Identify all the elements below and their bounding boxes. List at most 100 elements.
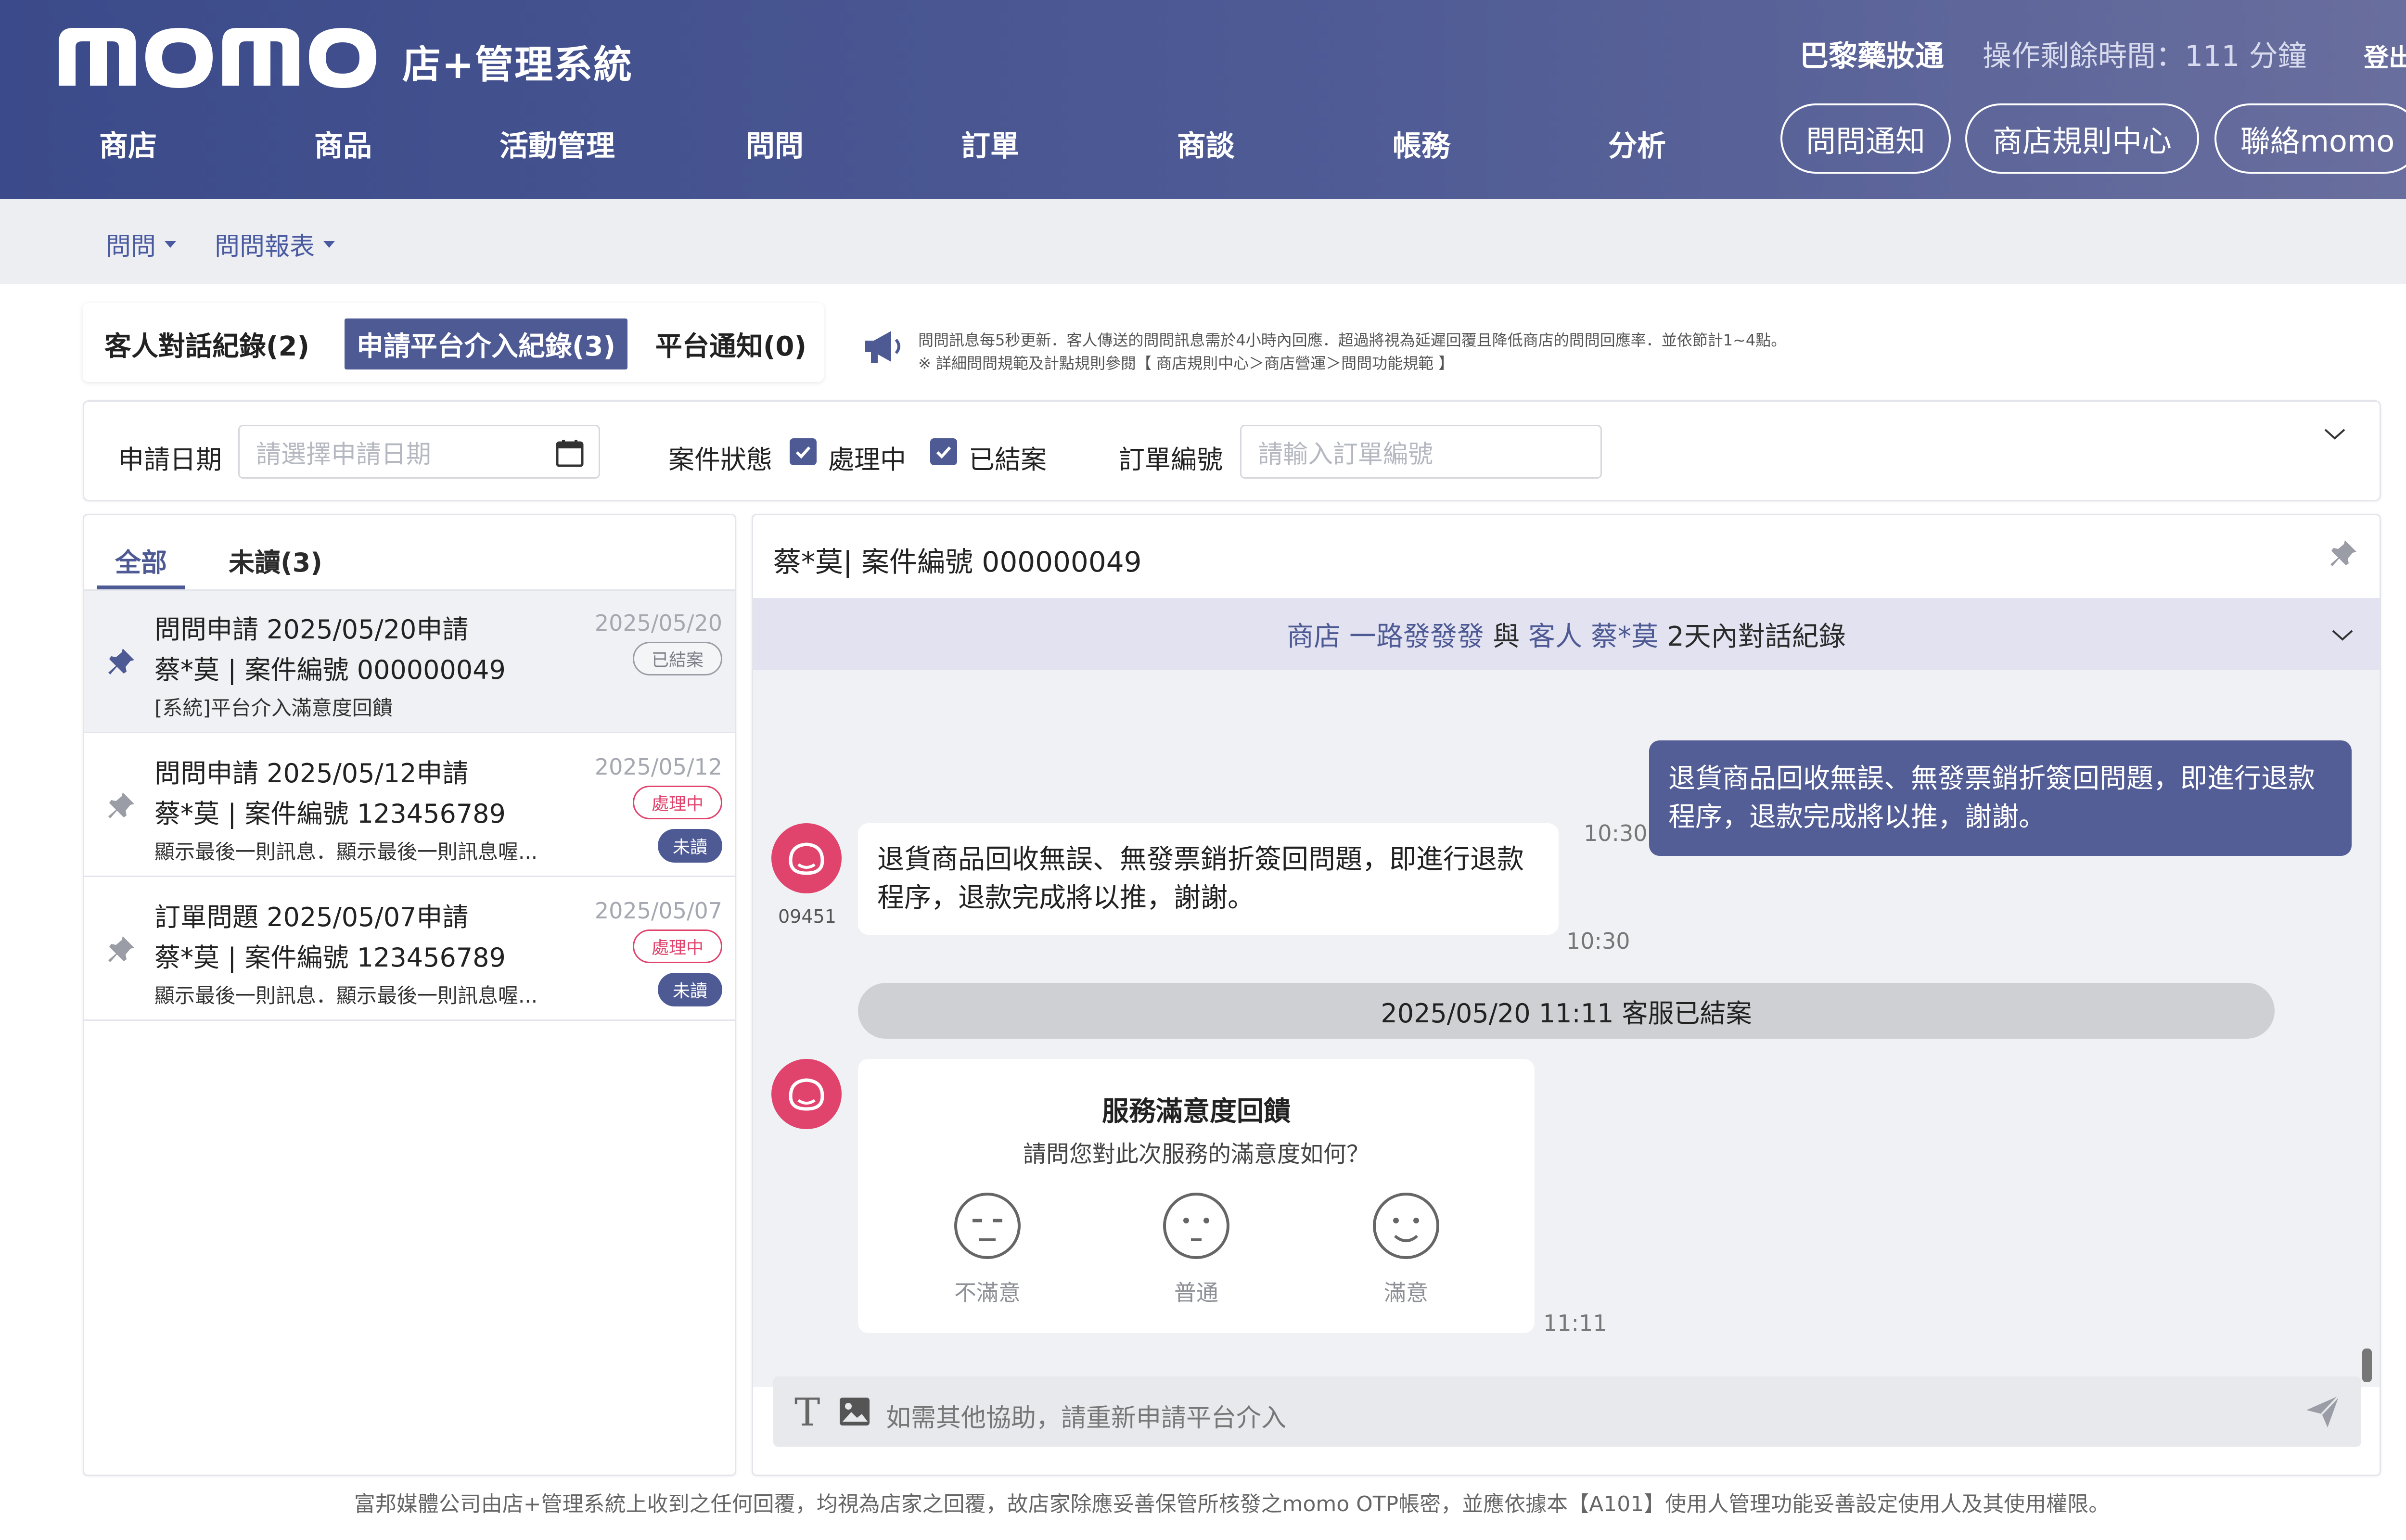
case-date: 2025/05/12	[594, 754, 722, 780]
nav-products[interactable]: 商品	[314, 123, 372, 165]
banner-store-prefix: 商店	[1287, 621, 1341, 652]
case-date: 2025/05/07	[594, 898, 722, 924]
conversation-title: 蔡*莫| 案件編號 000000049	[773, 546, 1142, 578]
chevron-down-icon[interactable]	[2323, 427, 2347, 441]
qa-notification-button[interactable]: 問問通知	[1780, 103, 1951, 174]
pin-icon[interactable]	[104, 645, 138, 678]
incoming-message: 退貨商品回收無誤、無發票銷折簽回問題，即進行退款程序，退款完成將以推，謝謝。	[858, 823, 1559, 935]
case-item[interactable]: 訂單問題 2025/05/07申請 蔡*莫 | 案件編號 123456789 顯…	[84, 878, 735, 1021]
conversation-history-banner[interactable]: 商店 一路發發發 與 客人 蔡*莫 2天內對話紀錄	[753, 598, 2380, 670]
tab-unread[interactable]: 未讀(3)	[229, 541, 322, 579]
tab-customer-conversations[interactable]: 客人對話紀錄(2)	[104, 318, 310, 369]
system-name: 店+管理系統	[402, 42, 633, 87]
pin-icon[interactable]	[104, 932, 138, 966]
message-time: 10:30	[1584, 820, 1648, 846]
tab-all[interactable]: 全部	[115, 541, 167, 579]
dissatisfied-face-icon[interactable]	[951, 1190, 1024, 1262]
banner-customer-prefix: 客人	[1528, 621, 1583, 652]
sub-nav: 問問 問問報表	[0, 199, 2406, 284]
filter-bar: 申請日期 請選擇申請日期 案件狀態 處理中 已結案 訂單編號 請輸入訂單編號	[83, 400, 2381, 501]
nav-campaigns[interactable]: 活動管理	[499, 123, 615, 165]
nav-qa[interactable]: 問問	[746, 123, 804, 165]
nav-orders[interactable]: 訂單	[961, 123, 1019, 165]
survey-title: 服務滿意度回饋	[1102, 1096, 1291, 1127]
neutral-face-icon[interactable]	[1160, 1190, 1232, 1262]
send-icon[interactable]	[2304, 1392, 2342, 1430]
subnav-qa-label: 問問	[106, 232, 156, 261]
check-icon	[936, 446, 951, 459]
banner-with: 與	[1493, 621, 1520, 652]
text-format-icon[interactable]: T	[794, 1390, 820, 1435]
case-customer: 蔡*莫 | 案件編號 123456789	[154, 942, 506, 973]
footer-disclaimer: 富邦媒體公司由店+管理系統上收到之任何回覆，均視為店家之回覆，故店家除應妥善保管…	[354, 1492, 2110, 1516]
order-number-label: 訂單編號	[1119, 445, 1223, 475]
nav-billing[interactable]: 帳務	[1393, 123, 1450, 165]
tab-platform-notice[interactable]: 平台通知(0)	[651, 318, 811, 369]
nav-analytics[interactable]: 分析	[1608, 123, 1666, 165]
checkbox-processing[interactable]	[790, 438, 817, 465]
nav-store[interactable]: 商店	[99, 123, 157, 165]
case-closed-status: 2025/05/20 11:11 客服已結案	[858, 983, 2275, 1039]
case-last-message: 顯示最後一則訊息．顯示最後一則訊息喔...	[154, 984, 538, 1007]
neutral-label[interactable]: 普通	[1148, 1275, 1244, 1307]
store-rules-button[interactable]: 商店規則中心	[1965, 103, 2199, 174]
caret-down-icon	[165, 241, 177, 248]
satisfied-label[interactable]: 滿意	[1358, 1275, 1454, 1307]
chevron-down-icon[interactable]	[2330, 628, 2355, 642]
pin-icon[interactable]	[104, 789, 138, 822]
case-last-message: [系統]平台介入滿意度回饋	[154, 696, 393, 720]
status-badge: 已結案	[633, 642, 722, 675]
check-icon	[795, 446, 811, 459]
date-placeholder: 請選擇申請日期	[256, 440, 432, 469]
date-label: 申請日期	[118, 445, 222, 475]
satisfied-face-icon[interactable]	[1370, 1190, 1442, 1262]
banner-suffix: 2天內對話紀錄	[1667, 621, 1846, 652]
contact-momo-button[interactable]: 聯絡momo	[2214, 103, 2406, 174]
case-item[interactable]: 問問申請 2025/05/20申請 蔡*莫 | 案件編號 000000049 […	[84, 591, 735, 733]
case-customer: 蔡*莫 | 案件編號 123456789	[154, 799, 506, 829]
message-composer[interactable]: T 如需其他協助，請重新申請平台介入	[773, 1376, 2361, 1447]
composer-placeholder: 如需其他協助，請重新申請平台介入	[886, 1404, 1287, 1433]
agent-id: 09451	[778, 906, 836, 927]
status-closed-label: 已結案	[969, 445, 1047, 475]
date-picker-input[interactable]: 請選擇申請日期	[238, 425, 600, 479]
agent-avatar-icon	[771, 1059, 842, 1129]
image-upload-icon[interactable]	[838, 1396, 871, 1427]
subnav-qa-dropdown[interactable]: 問問	[106, 226, 177, 262]
dissatisfied-label[interactable]: 不滿意	[939, 1275, 1036, 1307]
record-tabs: 客人對話紀錄(2) 申請平台介入紀錄(3) 平台通知(0)	[83, 303, 824, 382]
pin-icon[interactable]	[2327, 536, 2360, 570]
agent-avatar-icon	[771, 823, 842, 893]
subnav-qa-report-dropdown[interactable]: 問問報表	[215, 226, 335, 262]
momo-logo-mark	[59, 28, 376, 88]
status-badge: 處理中	[633, 786, 722, 819]
status-processing-label: 處理中	[828, 445, 906, 475]
status-label: 案件狀態	[668, 445, 772, 475]
top-header: 店+管理系統 巴黎藥妝通 操作剩餘時間：111 分鐘 登出 商店 商品 活動管理…	[0, 0, 2406, 199]
message-time: 11:11	[1543, 1310, 1607, 1336]
megaphone-icon	[865, 331, 900, 363]
case-title: 問問申請 2025/05/20申請	[154, 614, 469, 645]
checkbox-closed[interactable]	[930, 438, 957, 465]
notice-text-1: 問問訊息每5秒更新．客人傳送的問問訊息需於4小時內回應．超過將視為延遲回覆且降低…	[918, 331, 1787, 349]
momo-logo[interactable]	[59, 18, 376, 90]
case-title: 訂單問題 2025/05/07申請	[154, 902, 469, 932]
outgoing-message: 退貨商品回收無誤、無發票銷折簽回問題，即進行退款程序，退款完成將以推，謝謝。	[1649, 740, 2352, 856]
logout-link[interactable]: 登出	[2364, 38, 2406, 74]
unread-badge: 未讀	[658, 829, 722, 863]
status-badge: 處理中	[633, 929, 722, 963]
case-list-panel: 全部 未讀(3) 問問申請 2025/05/20申請 蔡*莫 | 案件編號 00…	[83, 514, 736, 1476]
case-item[interactable]: 問問申請 2025/05/12申請 蔡*莫 | 案件編號 123456789 顯…	[84, 735, 735, 877]
calendar-icon[interactable]	[555, 439, 584, 468]
nav-negotiation[interactable]: 商談	[1177, 123, 1235, 165]
tab-platform-intervention[interactable]: 申請平台介入紀錄(3)	[345, 318, 627, 369]
case-title: 問問申請 2025/05/12申請	[154, 758, 469, 789]
caret-down-icon	[323, 241, 335, 248]
chat-area: 退貨商品回收無誤、無發票銷折簽回問題，即進行退款程序，退款完成將以推，謝謝。 1…	[753, 670, 2380, 1387]
session-time-left: 操作剩餘時間：111 分鐘	[1983, 39, 2307, 73]
chat-scrollbar[interactable]	[2362, 1349, 2372, 1382]
order-number-input[interactable]: 請輸入訂單編號	[1240, 425, 1602, 479]
banner-store-name: 一路發發發	[1349, 621, 1485, 652]
active-tab-underline	[97, 585, 185, 589]
store-name: 巴黎藥妝通	[1800, 39, 1944, 73]
